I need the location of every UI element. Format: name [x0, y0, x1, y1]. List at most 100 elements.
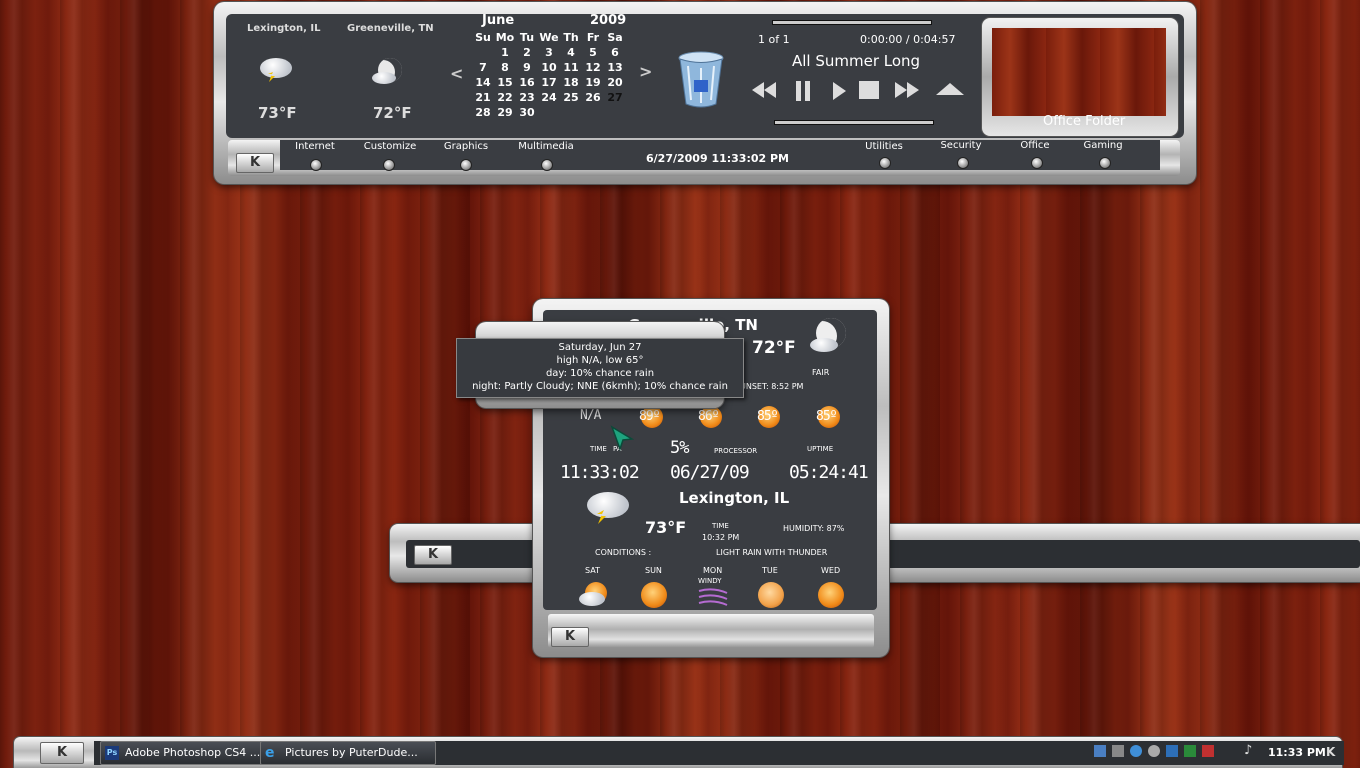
- nav-gaming-button[interactable]: [1099, 157, 1111, 169]
- calendar-day[interactable]: 14: [472, 75, 494, 90]
- calendar-day[interactable]: 20: [604, 75, 626, 90]
- nav-utilities-button[interactable]: [879, 157, 891, 169]
- stop-icon[interactable]: [858, 80, 880, 104]
- nav-internet-button[interactable]: [310, 159, 322, 171]
- media-progress-bottom[interactable]: [774, 120, 934, 125]
- widget-temp-top: 72°F: [752, 338, 796, 358]
- forecast-temp-3: 86º: [698, 409, 720, 424]
- moon-cloud-icon: [806, 318, 846, 362]
- weather-temp-2: 72°F: [373, 104, 412, 122]
- weekday: Sa: [607, 31, 623, 44]
- day-label: TUE: [762, 566, 778, 575]
- nav-multimedia-button[interactable]: [541, 159, 553, 171]
- tray-app-icon[interactable]: [1202, 745, 1214, 757]
- calendar-day[interactable]: 25: [560, 90, 582, 105]
- nav-graphics-button[interactable]: [460, 159, 472, 171]
- calendar-prev-button[interactable]: <: [450, 64, 463, 83]
- calendar-day[interactable]: 30: [516, 105, 538, 120]
- calendar-day[interactable]: 3: [538, 45, 560, 60]
- calendar-day[interactable]: 16: [516, 75, 538, 90]
- calendar-day[interactable]: 15: [494, 75, 516, 90]
- widget-conditions-label: CONDITIONS :: [595, 548, 652, 557]
- calendar-day[interactable]: 7: [472, 60, 494, 75]
- calendar-day[interactable]: 18: [560, 75, 582, 90]
- network-icon[interactable]: [1094, 745, 1106, 757]
- pause-icon[interactable]: [793, 80, 813, 106]
- forecast-tooltip: Saturday, Jun 27 high N/A, low 65° day: …: [456, 338, 744, 398]
- calendar-day[interactable]: 23: [516, 90, 538, 105]
- calendar-day[interactable]: 29: [494, 105, 516, 120]
- taskbar-end-k[interactable]: K: [1326, 745, 1335, 759]
- weather-city-2[interactable]: Greeneville, TN: [347, 23, 434, 34]
- fast-forward-icon[interactable]: [893, 80, 921, 104]
- office-folder-preview: [992, 28, 1166, 116]
- calendar-next-button[interactable]: >: [639, 62, 652, 81]
- tooltip-line-4: night: Partly Cloudy; NNE (6kmh); 10% ch…: [472, 381, 728, 392]
- calendar-day[interactable]: 17: [538, 75, 560, 90]
- weekday: Tu: [519, 31, 535, 44]
- forecast-temp-4: 85º: [757, 409, 779, 424]
- sun-icon: [758, 582, 784, 608]
- calendar-day[interactable]: 24: [538, 90, 560, 105]
- internet-explorer-icon: e: [265, 745, 275, 761]
- task-photoshop[interactable]: Ps Adobe Photoshop CS4 ...: [100, 741, 276, 765]
- windy-label: WINDY: [698, 577, 722, 585]
- calendar-day[interactable]: [472, 45, 494, 60]
- task-label: Pictures by PuterDude...: [285, 746, 418, 759]
- tray-app-icon[interactable]: [1112, 745, 1124, 757]
- weather-temp-1: 73°F: [258, 104, 297, 122]
- calendar-year: 2009: [590, 13, 627, 28]
- calendar-day[interactable]: [604, 105, 626, 120]
- calendar-day[interactable]: 26: [582, 90, 604, 105]
- calendar-day[interactable]: 1: [494, 45, 516, 60]
- nav-customize-button[interactable]: [383, 159, 395, 171]
- tray-app-icon[interactable]: [1184, 745, 1196, 757]
- tray-app-icon[interactable]: [1166, 745, 1178, 757]
- calendar-day[interactable]: 4: [560, 45, 582, 60]
- widget-k-button[interactable]: K: [551, 627, 589, 647]
- calendar-day[interactable]: 22: [494, 90, 516, 105]
- calendar-day[interactable]: 13: [604, 60, 626, 75]
- calendar-day[interactable]: 19: [582, 75, 604, 90]
- media-progress-top[interactable]: [772, 20, 932, 25]
- taskbar-clock[interactable]: 11:33 PM: [1268, 746, 1326, 759]
- calendar-day[interactable]: 6: [604, 45, 626, 60]
- calendar-day[interactable]: [560, 105, 582, 120]
- weather-city-1[interactable]: Lexington, IL: [247, 23, 320, 34]
- middle-dock-k-button[interactable]: K: [414, 545, 452, 565]
- volume-icon[interactable]: ♪: [1244, 743, 1252, 758]
- office-folder-label[interactable]: Office Folder: [1043, 114, 1125, 129]
- calendar-day[interactable]: [538, 105, 560, 120]
- media-track-title: All Summer Long: [792, 52, 921, 70]
- calendar-day[interactable]: 28: [472, 105, 494, 120]
- calendar-day[interactable]: 2: [516, 45, 538, 60]
- calendar-day[interactable]: 5: [582, 45, 604, 60]
- task-browser[interactable]: e Pictures by PuterDude...: [260, 741, 436, 765]
- calendar-day[interactable]: 9: [516, 60, 538, 75]
- tray-app-icon[interactable]: [1148, 745, 1160, 757]
- nav-graphics-label: Graphics: [443, 141, 489, 152]
- calendar-day[interactable]: [582, 105, 604, 120]
- calendar-day[interactable]: 11: [560, 60, 582, 75]
- nav-office-button[interactable]: [1031, 157, 1043, 169]
- recycle-bin-icon[interactable]: [676, 50, 726, 110]
- calendar-day[interactable]: 21: [472, 90, 494, 105]
- forecast-temp-5: 85º: [816, 409, 838, 424]
- nav-security-button[interactable]: [957, 157, 969, 169]
- play-icon[interactable]: [830, 80, 848, 106]
- eject-icon[interactable]: [935, 82, 965, 102]
- widget-time-label: TIME: [712, 522, 729, 530]
- calendar-day[interactable]: 12: [582, 60, 604, 75]
- calendar-month: June: [482, 13, 515, 28]
- start-button[interactable]: K: [40, 742, 84, 764]
- dock-k-button[interactable]: K: [236, 153, 274, 173]
- sun-icon: [641, 582, 667, 608]
- calendar-day[interactable]: 10: [538, 60, 560, 75]
- tray-app-icon[interactable]: [1130, 745, 1142, 757]
- rewind-icon[interactable]: [750, 80, 778, 104]
- nav-internet-label: Internet: [295, 141, 335, 152]
- calendar-day-today[interactable]: 27: [604, 90, 626, 105]
- forecast-temp-2: 89º: [639, 409, 661, 424]
- calendar-day[interactable]: 8: [494, 60, 516, 75]
- weekday: Th: [563, 31, 579, 44]
